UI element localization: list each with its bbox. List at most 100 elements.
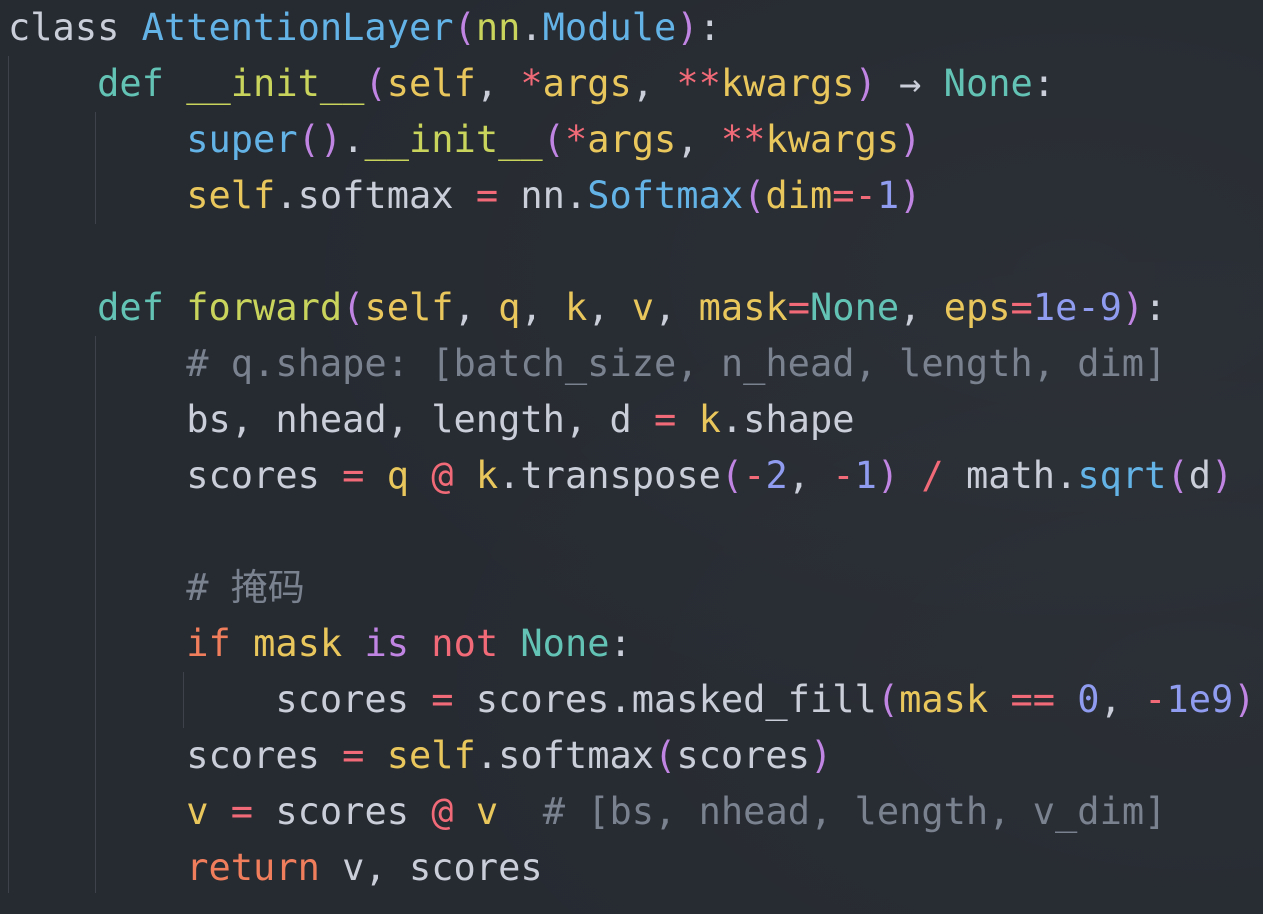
code-token: return <box>186 846 320 889</box>
code-token: ** <box>720 118 766 161</box>
code-token: 1e9 <box>1166 678 1234 721</box>
code-token: def <box>97 62 164 105</box>
code-token: - <box>1144 678 1167 721</box>
code-line[interactable]: # q.shape: [batch_size, n_head, length, … <box>8 336 1166 392</box>
code-token: ( <box>342 286 365 329</box>
code-line[interactable]: super().__init__(*args, **kwargs) <box>8 112 921 168</box>
code-token: self <box>364 286 454 329</box>
code-token: scores.masked_fill <box>453 678 877 721</box>
code-token: nn <box>475 6 521 49</box>
code-token: , <box>787 454 833 497</box>
code-token: v, scores <box>319 846 543 889</box>
code-token: =- <box>832 174 877 217</box>
code-token: scores <box>186 734 343 777</box>
code-token: : <box>609 622 632 665</box>
code-token: ) <box>876 454 900 497</box>
code-token: : <box>1032 62 1056 105</box>
code-token: q <box>498 286 521 329</box>
code-token: Softmax <box>587 174 744 217</box>
code-token: ( <box>542 118 565 161</box>
code-line[interactable]: return v, scores <box>8 840 543 896</box>
code-token: = <box>342 454 365 497</box>
code-line[interactable]: def forward(self, q, k, v, mask=None, ep… <box>8 280 1166 336</box>
code-token: ( <box>720 454 744 497</box>
code-token: ) <box>899 118 922 161</box>
code-token: q <box>386 454 409 497</box>
code-token: self <box>186 174 276 217</box>
code-token: == <box>1010 678 1056 721</box>
code-token: @ <box>431 454 454 497</box>
code-line[interactable]: if mask is not None: <box>8 616 632 672</box>
code-token: , <box>475 62 521 105</box>
code-token: → <box>876 62 944 105</box>
code-line[interactable]: bs, nhead, length, d = k.shape <box>8 392 855 448</box>
code-token: = <box>787 286 811 329</box>
code-line[interactable]: v = scores @ v # [bs, nhead, length, v_d… <box>8 784 1166 840</box>
code-line[interactable]: self.softmax = nn.Softmax(dim=-1) <box>8 168 921 224</box>
code-token: = <box>431 678 454 721</box>
code-token: args <box>542 62 632 105</box>
code-token: ( <box>453 6 476 49</box>
code-token: ( <box>1166 454 1189 497</box>
code-token: ** <box>676 62 721 105</box>
code-token: 2 <box>765 454 788 497</box>
code-token: self <box>386 734 476 777</box>
code-token: ) <box>1233 678 1256 721</box>
code-token: bs, nhead, length, d <box>186 398 655 441</box>
code-token: = <box>475 174 499 217</box>
code-token: None <box>520 622 610 665</box>
code-token: if <box>186 622 231 665</box>
code-token: 1 <box>854 454 877 497</box>
code-token: - <box>832 454 855 497</box>
code-token: kwargs <box>720 62 855 105</box>
code-token: ) <box>1121 286 1145 329</box>
code-line[interactable]: scores = scores.masked_fill(mask == 0, -… <box>8 672 1256 728</box>
code-token: super <box>186 118 298 161</box>
code-line[interactable]: scores = q @ k.transpose(-2, -1) / math.… <box>8 448 1233 504</box>
code-line[interactable]: def __init__(self, *args, **kwargs) → No… <box>8 56 1055 112</box>
code-token: , <box>520 286 565 329</box>
code-token: - <box>743 454 766 497</box>
code-token: __init__ <box>364 118 543 161</box>
code-token: not <box>431 622 499 665</box>
code-line[interactable]: # 掩码 <box>8 560 305 616</box>
code-token: = <box>654 398 677 441</box>
code-line[interactable]: scores = self.softmax(scores) <box>8 728 832 784</box>
code-token: None <box>943 62 1033 105</box>
code-token: = <box>342 734 365 777</box>
code-token: kwargs <box>765 118 900 161</box>
code-token: scores <box>275 678 432 721</box>
code-token: scores <box>253 790 432 833</box>
code-token: mask <box>698 286 788 329</box>
code-token: / <box>921 454 944 497</box>
code-token: .shape <box>720 398 855 441</box>
code-token: v <box>475 790 499 833</box>
code-token: 1 <box>876 174 900 217</box>
code-token: , <box>1099 678 1145 721</box>
code-line[interactable]: class AttentionLayer(nn.Module): <box>8 0 721 56</box>
code-token: * <box>520 62 543 105</box>
code-token: k <box>698 398 721 441</box>
code-token: . <box>342 118 365 161</box>
code-token: .transpose <box>498 454 721 497</box>
code-token: = <box>1010 286 1033 329</box>
code-token: is <box>364 622 410 665</box>
code-editor[interactable]: class AttentionLayer(nn.Module): def __i… <box>0 0 1263 914</box>
code-token: k <box>564 286 588 329</box>
